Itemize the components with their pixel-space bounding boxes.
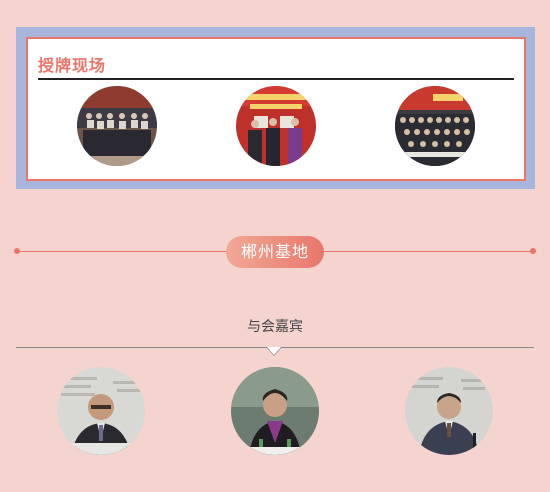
plaque-photo-1[interactable] [77, 86, 157, 166]
base-badge[interactable]: 郴州基地 [226, 236, 324, 268]
guest-photo-1[interactable] [57, 367, 145, 455]
guest-photo-3[interactable] [405, 367, 493, 455]
plaque-panel: 授牌现场 [16, 27, 535, 189]
divider-dot-right [530, 248, 536, 254]
plaque-section-title: 授牌现场 [38, 56, 107, 75]
plaque-photo-3[interactable] [395, 86, 475, 166]
plaque-photo-2[interactable] [236, 86, 316, 166]
plaque-panel-inner: 授牌现场 [26, 37, 526, 181]
guest-photo-2[interactable] [231, 367, 319, 455]
caret-fill [267, 347, 281, 355]
guests-label: 与会嘉宾 [247, 319, 303, 335]
title-underline [38, 78, 514, 80]
divider-dot-left [14, 248, 20, 254]
